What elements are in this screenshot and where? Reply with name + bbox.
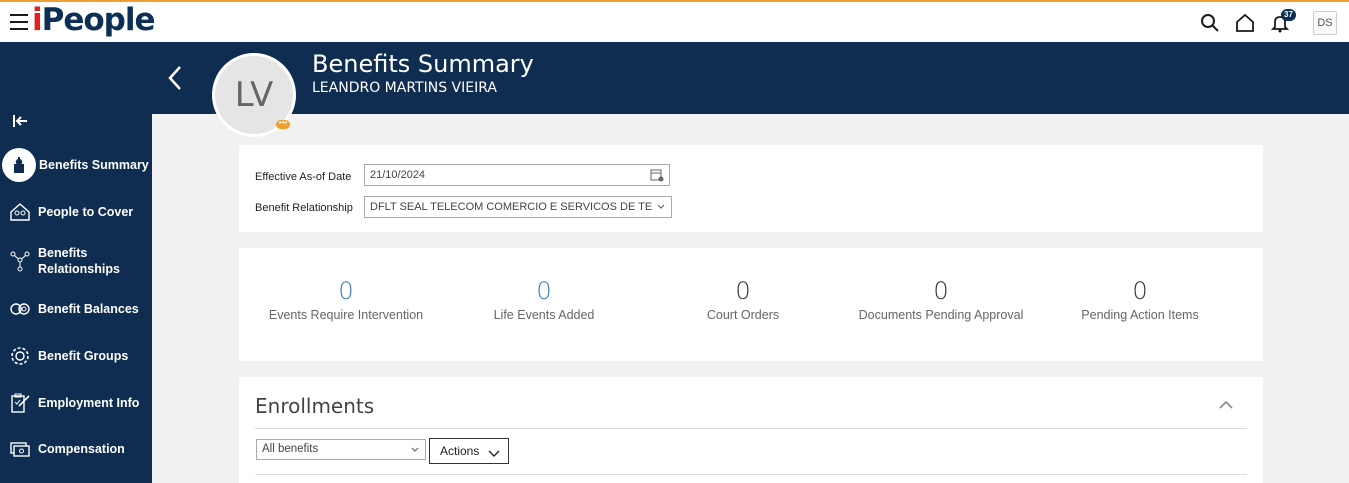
chevron-up-icon[interactable] [1218,398,1234,410]
effective-date-value: 21/10/2024 [370,169,426,181]
stat-label: Events Require Intervention [268,308,424,322]
enrollments-heading: Enrollments [255,394,375,418]
page-title: Benefits Summary [312,50,534,78]
network-icon [8,249,32,273]
notifications-bell-icon[interactable]: 37 [1269,9,1296,34]
stat-court-orders[interactable]: 0 Court Orders [643,276,843,322]
sidebar-item-benefits-relationships[interactable]: Benefits Relationships [0,245,152,277]
stat-life-events-added[interactable]: 0 Life Events Added [444,276,644,322]
sidebar-item-label: Compensation [38,442,125,456]
stat-value: 0 [338,277,354,305]
employee-name: LEANDRO MARTINS VIEIRA [312,80,497,96]
benefits-filter-value: All benefits [262,443,319,455]
effective-date-input[interactable]: 21/10/2024 [364,164,670,186]
stat-documents-pending-approval[interactable]: 0 Documents Pending Approval [841,276,1041,322]
benefits-filter-select[interactable]: All benefits [256,439,426,460]
back-chevron-icon[interactable] [166,64,184,92]
sidebar-item-label: Employment Info [38,396,140,410]
top-bar: iPeople 37 DS [0,0,1349,42]
clipboard-icon [8,391,32,415]
benefit-relationship-label: Benefit Relationship [255,202,353,214]
money-icon [8,437,32,461]
avatar-more-icon[interactable]: ••• [276,119,290,129]
stat-value: 0 [735,277,751,305]
stat-value: 0 [933,277,949,305]
sidebar-item-compensation[interactable]: Compensation [0,437,152,461]
sidebar-item-benefit-groups[interactable]: Benefit Groups [0,344,152,368]
filter-card [239,145,1263,232]
search-icon[interactable] [1199,12,1221,34]
gear-group-icon [8,344,32,368]
header-band [0,42,1349,114]
house-people-icon [8,200,32,224]
balance-icon [8,297,32,321]
user-avatar-button[interactable]: DS [1313,11,1337,35]
stat-value: 0 [1132,277,1148,305]
benefit-relationship-select[interactable]: DFLT SEAL TELECOM COMERCIO E SERVICOS DE… [364,196,672,218]
sidebar-item-people-to-cover[interactable]: People to Cover [0,200,152,224]
actions-label: Actions [440,444,480,458]
sidebar-item-label: Benefits Summary [39,158,149,172]
stat-label: Pending Action Items [1081,308,1199,322]
sidebar-item-label: Benefits Relationships [38,246,120,276]
sidebar-item-employment-info[interactable]: Employment Info [0,391,152,415]
stat-label: Life Events Added [493,308,595,322]
sidebar-item-label: People to Cover [38,205,134,219]
stat-pending-action-items[interactable]: 0 Pending Action Items [1040,276,1240,322]
notification-count-badge: 37 [1281,9,1296,21]
sidebar-item-benefits-summary[interactable]: Benefits Summary [0,148,152,182]
actions-button[interactable]: Actions [429,438,509,464]
chevron-down-icon [411,445,419,453]
sidebar-item-label: Benefit Balances [38,302,139,316]
enrollments-card [239,377,1263,483]
menu-icon[interactable] [10,14,28,30]
calendar-icon[interactable] [650,168,664,185]
stat-value: 0 [536,277,552,305]
app-logo[interactable]: iPeople [32,2,156,38]
home-icon[interactable] [1234,12,1256,34]
stat-label: Documents Pending Approval [858,308,1024,322]
sidebar-item-benefit-balances[interactable]: Benefit Balances [0,297,152,321]
sidebar-item-label: Benefit Groups [38,349,129,363]
divider [255,428,1247,429]
collapse-sidebar-icon[interactable] [12,114,28,128]
person-badge-icon [2,148,36,182]
divider [255,474,1247,475]
benefit-relationship-value: DFLT SEAL TELECOM COMERCIO E SERVICOS DE… [370,201,652,213]
stat-events-require-intervention[interactable]: 0 Events Require Intervention [246,276,446,322]
chevron-down-icon [657,202,665,210]
stat-label: Court Orders [706,308,780,322]
chevron-down-icon [488,447,500,461]
effective-date-label: Effective As-of Date [255,171,352,183]
